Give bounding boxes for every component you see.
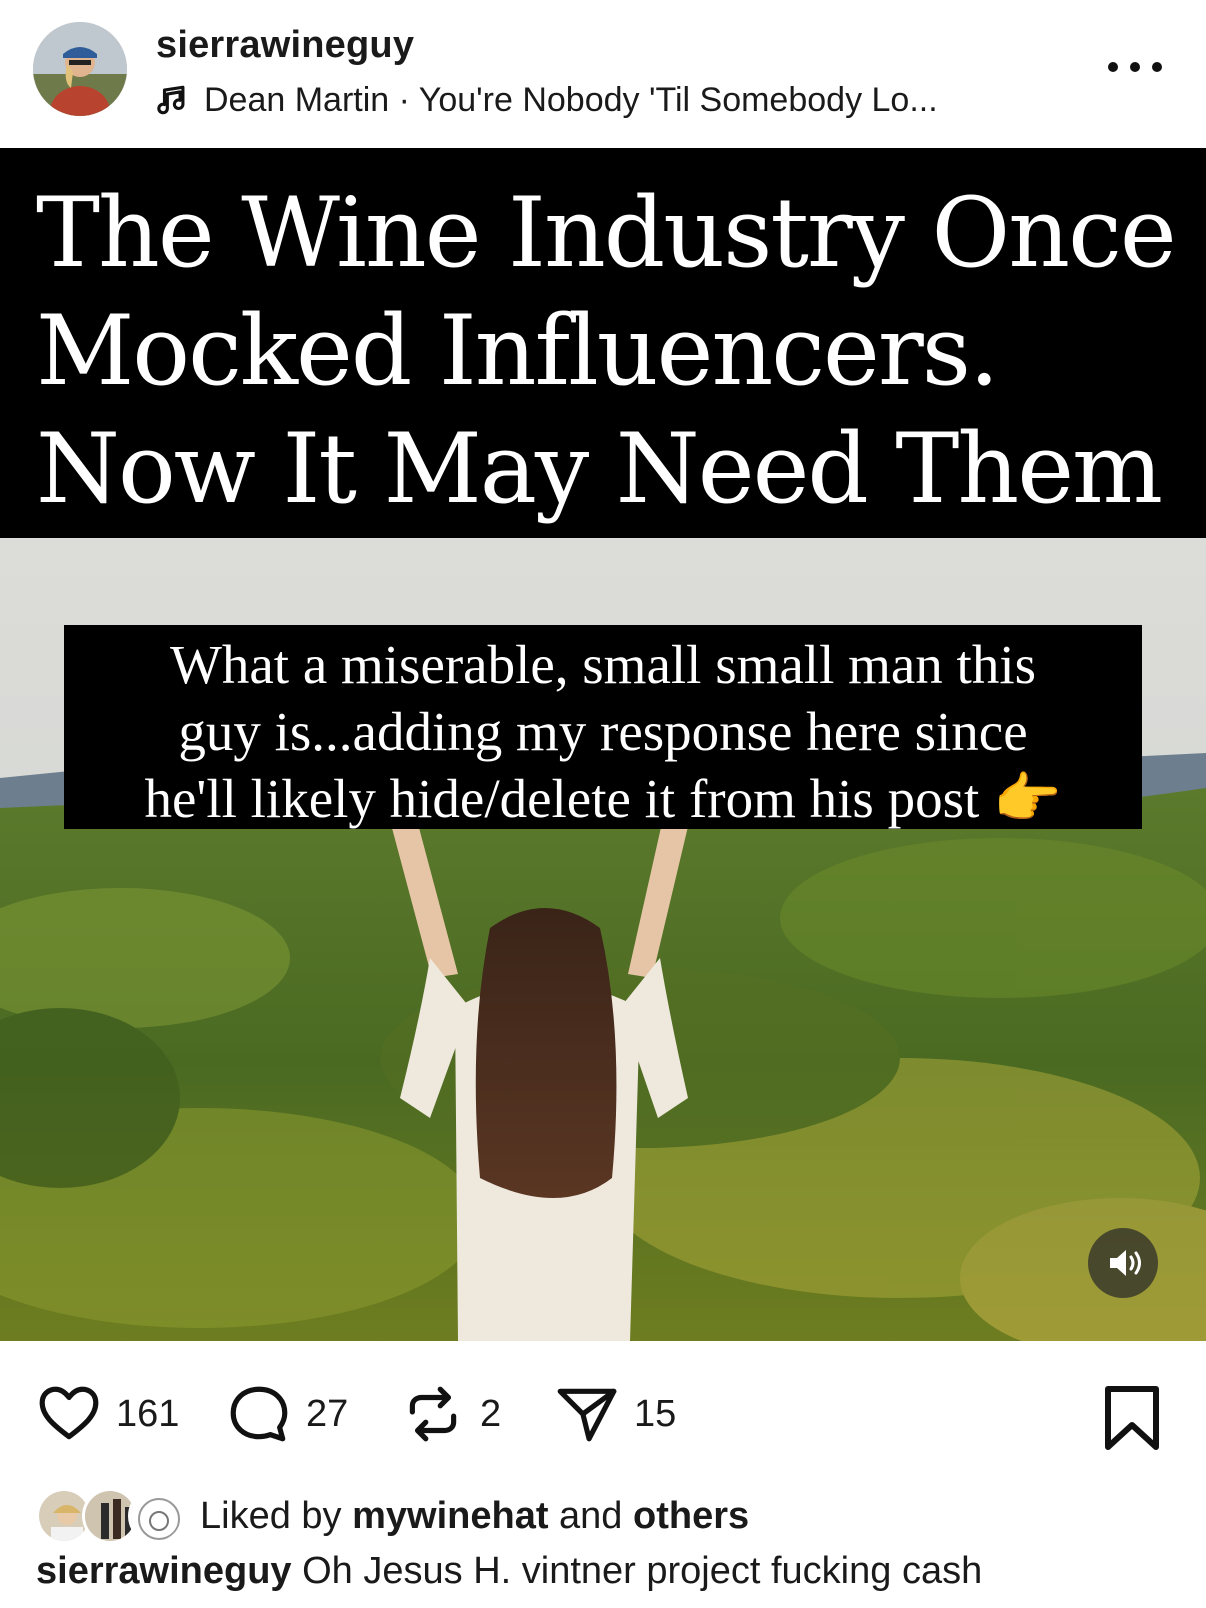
liked-by-others[interactable]: others [633,1495,749,1537]
username[interactable]: sierrawineguy [156,24,414,67]
liked-by-user[interactable]: mywinehat [352,1495,548,1537]
caption-line-3: he'll likely hide/delete it from his pos… [144,768,1062,829]
comment-action[interactable]: 27 [226,1375,348,1453]
headline-text: The Wine Industry Once Mocked Influencer… [36,177,1177,525]
post-media[interactable]: The Wine Industry Once Mocked Influencer… [0,148,1206,1341]
more-horizontal-icon [1108,62,1118,72]
liker-avatar [128,1488,184,1544]
liker-avatars [36,1488,186,1544]
liked-by-prefix: Liked by [200,1494,353,1537]
more-dot [1130,62,1140,72]
caption-overlay-text: What a miserable, small small man this g… [64,631,1142,832]
like-action[interactable]: 161 [36,1375,179,1453]
caption-text: Oh Jesus H. vintner project fucking cash [291,1550,983,1592]
liked-by-text: Liked by mywinehat and others [200,1495,749,1538]
more-options-button[interactable] [1108,52,1162,82]
music-label: Dean Martin · You're Nobody 'Til Somebod… [204,80,938,119]
likes-row[interactable]: Liked by mywinehat and others [36,1488,749,1544]
share-count: 15 [634,1392,677,1435]
repost-icon[interactable] [400,1381,466,1447]
liked-by-middle: and [548,1494,634,1537]
music-note-icon [157,85,185,115]
more-dot [1152,62,1162,72]
send-icon[interactable] [554,1381,620,1447]
post-caption: sierrawineguy Oh Jesus H. vintner projec… [36,1550,982,1593]
speaker-icon [1110,1250,1141,1276]
comment-icon[interactable] [226,1381,292,1447]
music-info[interactable]: Dean Martin · You're Nobody 'Til Somebod… [156,78,938,122]
caption-line-1: What a miserable, small small man this [169,634,1037,695]
caption-overlay: What a miserable, small small man this g… [64,625,1142,829]
caption-username[interactable]: sierrawineguy [36,1550,292,1592]
share-action[interactable]: 15 [554,1375,676,1453]
action-bar: 161 27 2 15 [0,1375,1206,1453]
headline-banner: The Wine Industry Once Mocked Influencer… [0,148,1206,538]
repost-count: 2 [480,1392,502,1435]
heart-icon[interactable] [36,1381,102,1447]
avatar[interactable] [33,22,127,116]
sound-toggle-button[interactable] [1088,1228,1158,1298]
caption-line-2: guy is...adding my response here since [178,701,1028,762]
post-header: sierrawineguy Dean Martin · You're Nobod… [0,0,1206,148]
like-count: 161 [116,1392,180,1435]
bookmark-icon[interactable] [1102,1385,1162,1451]
repost-action[interactable]: 2 [400,1375,501,1453]
comment-count: 27 [306,1392,349,1435]
